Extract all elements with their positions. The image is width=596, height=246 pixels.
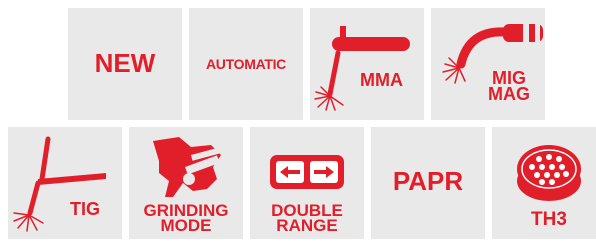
feature-tile-grinding-mode[interactable]: GRINDING MODE [129, 127, 243, 239]
feature-row-1: NEW AUTOMATIC MMA MIG MAG [68, 8, 545, 120]
feature-label-new: NEW [94, 48, 156, 78]
feature-tile-mig-mag[interactable]: MIG MAG [431, 8, 545, 120]
feature-tile-th3[interactable]: TH3 [492, 127, 596, 239]
feature-row-2: TIG GRINDING MODE DOUBLE RANGE PAPR TH3 [8, 127, 596, 239]
feature-label-mig-mag: MIG MAG [488, 68, 530, 105]
feature-tile-papr[interactable]: PAPR [371, 127, 485, 239]
feature-tile-tig[interactable]: TIG [8, 127, 122, 239]
feature-label-mma: MMA [360, 70, 403, 90]
feature-tile-new[interactable]: NEW [68, 8, 182, 120]
feature-label-grinding-mode: GRINDING MODE [143, 201, 229, 236]
feature-label-tig: TIG [70, 199, 100, 219]
feature-label-automatic: AUTOMATIC [206, 56, 286, 72]
mma-torch-icon [314, 26, 410, 111]
feature-label-th3: TH3 [531, 209, 567, 230]
feature-tile-automatic[interactable]: AUTOMATIC [189, 8, 303, 120]
tig-torch-icon [13, 136, 106, 232]
feature-label-papr: PAPR [392, 166, 464, 196]
feature-tile-double-range[interactable]: DOUBLE RANGE [250, 127, 364, 239]
feature-tile-mma[interactable]: MMA [310, 8, 424, 120]
feature-label-double-range: DOUBLE RANGE [271, 201, 343, 236]
